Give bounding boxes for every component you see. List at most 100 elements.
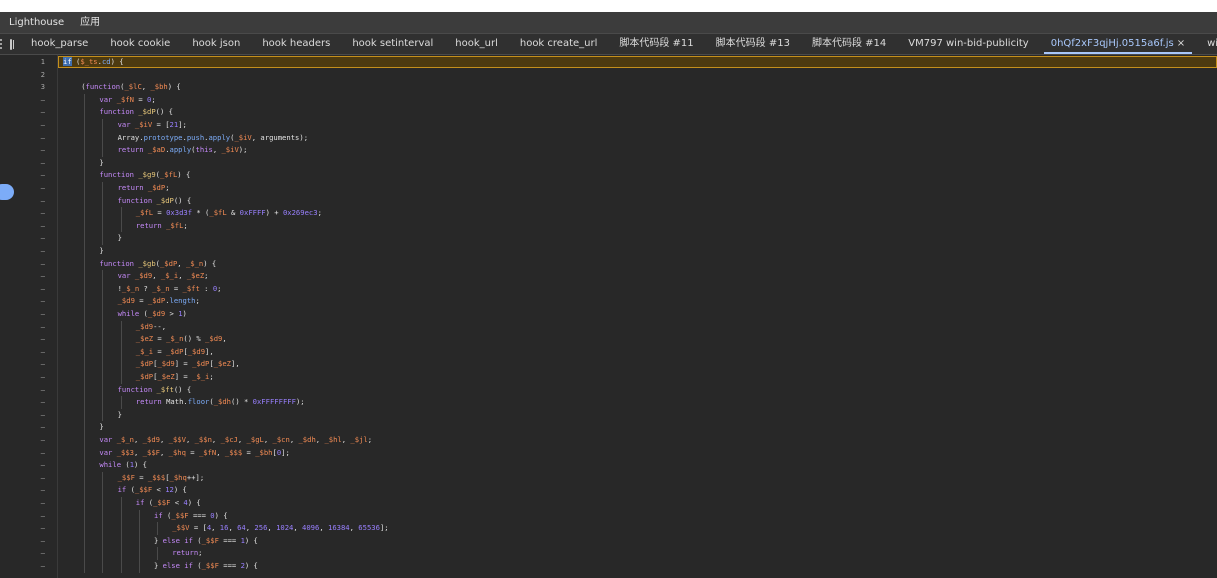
line-number[interactable]: – xyxy=(17,371,45,383)
code-token: var xyxy=(117,271,131,281)
code-token: function xyxy=(85,82,121,92)
line-number[interactable]: – xyxy=(17,169,45,181)
line-number[interactable]: – xyxy=(17,535,45,547)
line-number[interactable]: – xyxy=(17,207,45,219)
code-editor[interactable]: 1 2 3– – – – – – – – – – – – – – – – – – – – – – – – – – – – – – – – – – – – –… xyxy=(17,55,1217,578)
indent-guide xyxy=(157,522,158,535)
line-number[interactable]: – xyxy=(17,94,45,106)
code-token: , xyxy=(159,447,169,457)
indent-guide xyxy=(102,547,104,560)
code-token: = xyxy=(134,296,148,306)
line-number[interactable]: – xyxy=(17,119,45,131)
line-number[interactable]: – xyxy=(17,106,45,118)
panel-tab-application[interactable]: 应用 xyxy=(71,12,107,33)
code-content[interactable]: if ($_ts.cd) {(function(_$lC, _$bh) {var… xyxy=(58,55,1217,578)
code-token: _$bh xyxy=(150,82,168,92)
file-tab[interactable]: hook_url xyxy=(444,34,509,54)
line-number[interactable]: – xyxy=(17,421,45,433)
file-tab[interactable]: 0hQf2xF3qjHj.0515a6f.js × xyxy=(1040,34,1196,54)
code-token: this xyxy=(195,145,213,155)
panel-tab-lighthouse[interactable]: Lighthouse xyxy=(0,12,71,33)
code-token: ; xyxy=(217,283,222,293)
line-number-gutter[interactable]: 1 2 3– – – – – – – – – – – – – – – – – – – – – – – – – – – – – – – – – – – – –… xyxy=(17,55,58,578)
sidebar-resize-handle[interactable] xyxy=(0,184,14,200)
code-token: } xyxy=(99,157,104,167)
line-number[interactable]: – xyxy=(17,409,45,421)
code-token: ) { xyxy=(167,82,181,92)
line-number[interactable]: – xyxy=(17,283,45,295)
file-tab[interactable]: 脚本代码段 #14 xyxy=(801,34,897,54)
code-token: ) { xyxy=(244,535,258,545)
close-icon[interactable]: × xyxy=(1177,38,1185,49)
line-number[interactable]: – xyxy=(17,270,45,282)
line-number[interactable]: – xyxy=(17,497,45,509)
file-tab[interactable]: hook headers xyxy=(251,34,341,54)
more-options-icon[interactable] xyxy=(0,34,2,54)
file-tab[interactable]: hook_parse xyxy=(20,34,99,54)
code-token: function xyxy=(117,195,153,205)
file-tab[interactable]: hook cookie xyxy=(99,34,181,54)
line-number[interactable]: – xyxy=(17,484,45,496)
line-number[interactable]: – xyxy=(17,195,45,207)
line-number[interactable]: – xyxy=(17,434,45,446)
code-token: _$dP xyxy=(192,359,210,369)
code-token: _$dP xyxy=(147,183,166,192)
file-tab[interactable]: VM797 win-bid-publicity xyxy=(897,34,1039,54)
indent-guide xyxy=(102,358,104,371)
line-number[interactable]: – xyxy=(17,157,45,169)
line-number[interactable]: 2 xyxy=(17,69,45,81)
code-token: , xyxy=(267,523,277,533)
line-number[interactable]: – xyxy=(17,447,45,459)
file-tab[interactable]: hook setinterval xyxy=(341,34,444,54)
line-number[interactable]: – xyxy=(17,245,45,257)
code-token: , xyxy=(177,258,186,268)
code-line: } xyxy=(118,409,122,421)
file-tab[interactable]: hook json xyxy=(181,34,251,54)
indent-guide xyxy=(84,93,86,107)
file-tab[interactable]: 脚本代码段 #11 xyxy=(608,34,704,54)
code-token: _$g9 xyxy=(138,170,156,180)
indent-guide xyxy=(84,308,86,321)
line-number[interactable]: 3 xyxy=(17,81,45,93)
line-number[interactable]: – xyxy=(17,308,45,320)
line-number[interactable]: – xyxy=(17,258,45,270)
line-number[interactable]: – xyxy=(17,472,45,484)
line-number[interactable]: 1 xyxy=(17,56,45,68)
indent-guide xyxy=(120,547,122,560)
line-number[interactable]: – xyxy=(17,144,45,156)
file-tab[interactable]: 脚本代码段 #13 xyxy=(705,34,801,54)
line-number[interactable]: – xyxy=(17,346,45,358)
code-token: = xyxy=(153,346,167,356)
file-tab-label: hook cookie xyxy=(110,38,171,49)
line-number[interactable]: – xyxy=(17,182,45,194)
line-number[interactable]: – xyxy=(17,510,45,522)
code-line: return _$aD.apply(this, _$iV); xyxy=(118,144,248,156)
line-number[interactable]: – xyxy=(17,132,45,144)
code-token: ; xyxy=(198,548,203,558)
line-number[interactable]: – xyxy=(17,358,45,370)
line-number[interactable]: – xyxy=(17,396,45,408)
file-tab[interactable]: win-bid-publicity xyxy=(1196,34,1217,54)
file-tab[interactable]: hook create_url xyxy=(509,34,609,54)
line-number[interactable]: – xyxy=(17,560,45,572)
line-number[interactable]: – xyxy=(17,459,45,471)
line-number[interactable]: – xyxy=(17,295,45,307)
indent-guide xyxy=(102,471,104,485)
indent-guide xyxy=(102,484,104,497)
code-token: = xyxy=(134,94,147,104)
code-token: = xyxy=(185,447,199,457)
sidebar-toggle-icon[interactable] xyxy=(10,38,14,50)
code-token: _$dh xyxy=(298,435,316,444)
code-token: ( xyxy=(139,309,148,318)
line-number[interactable]: – xyxy=(17,232,45,244)
code-line: _$$V = [4, 16, 64, 256, 1024, 4096, 1638… xyxy=(172,522,388,534)
indent-guide xyxy=(120,509,122,523)
line-number[interactable]: – xyxy=(17,547,45,559)
line-number[interactable]: – xyxy=(17,522,45,534)
code-token: , xyxy=(293,523,303,533)
code-token: _$jl xyxy=(350,435,368,444)
line-number[interactable]: – xyxy=(17,321,45,333)
line-number[interactable]: – xyxy=(17,333,45,345)
line-number[interactable]: – xyxy=(17,384,45,396)
line-number[interactable]: – xyxy=(17,220,45,232)
